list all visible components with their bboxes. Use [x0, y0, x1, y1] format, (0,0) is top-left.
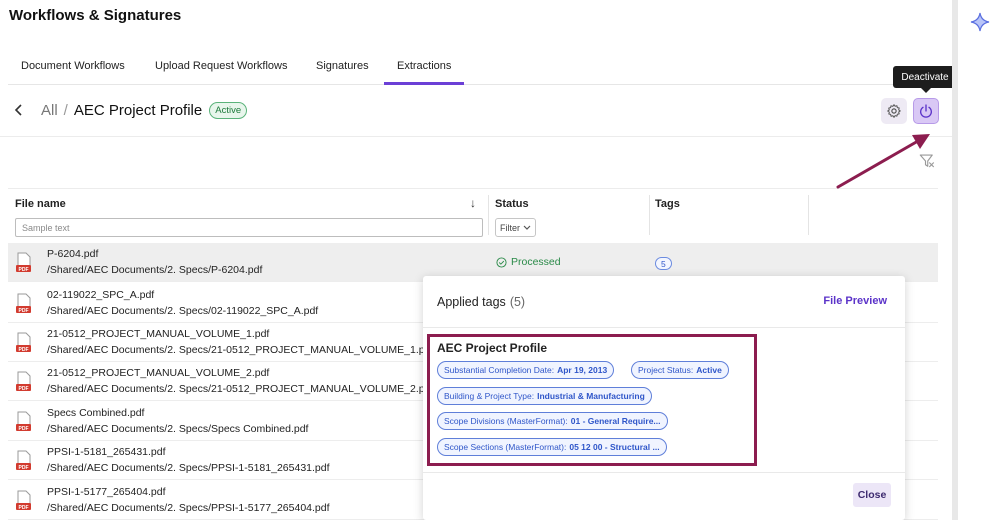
- status-filter-label: Filter: [500, 222, 520, 233]
- svg-text:PDF: PDF: [19, 267, 29, 273]
- pdf-file-icon: PDF: [16, 332, 31, 353]
- file-path: /Shared/AEC Documents/2. Specs/PPSI-1-51…: [47, 462, 330, 474]
- pdf-file-icon: PDF: [16, 293, 31, 314]
- settings-button[interactable]: [881, 98, 907, 124]
- tab-document-workflows[interactable]: Document Workflows: [8, 52, 138, 85]
- file-preview-link[interactable]: File Preview: [823, 295, 887, 307]
- annotation-arrow: [836, 134, 930, 189]
- column-tags[interactable]: Tags: [655, 198, 680, 210]
- tag-count-badge[interactable]: 5: [655, 257, 672, 270]
- breadcrumb-separator: /: [63, 101, 68, 119]
- column-divider: [649, 195, 650, 235]
- popover-divider: [423, 327, 905, 328]
- file-name-filter-input[interactable]: [15, 218, 483, 237]
- right-rail: [952, 0, 958, 520]
- tab-upload-request-workflows[interactable]: Upload Request Workflows: [142, 52, 300, 85]
- file-name[interactable]: 21-0512_PROJECT_MANUAL_VOLUME_1.pdf: [47, 328, 269, 340]
- tab-signatures[interactable]: Signatures: [303, 52, 382, 85]
- pdf-file-icon: PDF: [16, 252, 31, 273]
- pdf-file-icon: PDF: [16, 450, 31, 471]
- popover-footer-divider: [423, 472, 905, 473]
- pdf-file-icon: PDF: [16, 411, 31, 432]
- page-title: Workflows & Signatures: [9, 7, 182, 24]
- header-divider: [0, 136, 952, 137]
- power-icon: [920, 104, 932, 118]
- svg-text:PDF: PDF: [19, 347, 29, 353]
- file-name[interactable]: PPSI-1-5177_265404.pdf: [47, 486, 166, 498]
- tab-extractions[interactable]: Extractions: [384, 52, 465, 85]
- breadcrumb-current: AEC Project Profile: [73, 101, 203, 119]
- file-name[interactable]: 02-119022_SPC_A.pdf: [47, 289, 154, 301]
- pdf-file-icon: PDF: [16, 371, 31, 392]
- file-path: /Shared/AEC Documents/2. Specs/Specs Com…: [47, 423, 309, 435]
- file-name[interactable]: 21-0512_PROJECT_MANUAL_VOLUME_2.pdf: [47, 367, 269, 379]
- file-name[interactable]: PPSI-1-5181_265431.pdf: [47, 446, 166, 458]
- file-name[interactable]: Specs Combined.pdf: [47, 407, 144, 419]
- popover-title: Applied tags (5): [437, 295, 525, 309]
- tab-bar: Document Workflows Upload Request Workfl…: [8, 52, 948, 85]
- svg-text:PDF: PDF: [19, 426, 29, 432]
- breadcrumb: All / AEC Project Profile Active: [14, 100, 248, 120]
- sparkle-icon[interactable]: [970, 12, 990, 32]
- svg-text:PDF: PDF: [19, 386, 29, 392]
- check-circle-icon: [496, 256, 507, 268]
- svg-text:PDF: PDF: [19, 465, 29, 471]
- popover-count: (5): [509, 295, 526, 309]
- file-path: /Shared/AEC Documents/2. Specs/21-0512_P…: [47, 383, 434, 395]
- file-path: /Shared/AEC Documents/2. Specs/02-119022…: [47, 305, 319, 317]
- row-status: Processed: [496, 256, 561, 268]
- svg-text:PDF: PDF: [19, 505, 29, 511]
- pdf-file-icon: PDF: [16, 490, 31, 511]
- deactivate-button[interactable]: [913, 98, 939, 124]
- gear-icon: [887, 104, 901, 118]
- close-button[interactable]: Close: [853, 483, 891, 507]
- chevron-down-icon: [523, 225, 531, 230]
- table-header: File name ↓ Status Filter Tags: [8, 188, 938, 240]
- status-badge: Active: [209, 101, 248, 119]
- file-path: /Shared/AEC Documents/2. Specs/21-0512_P…: [47, 344, 434, 356]
- sort-down-icon[interactable]: ↓: [470, 196, 476, 210]
- popover-title-text: Applied tags: [437, 295, 506, 309]
- svg-text:PDF: PDF: [19, 308, 29, 314]
- breadcrumb-root-link[interactable]: All: [41, 102, 58, 119]
- annotation-highlight-box: [427, 334, 757, 466]
- column-divider: [488, 195, 489, 235]
- file-path: /Shared/AEC Documents/2. Specs/PPSI-1-51…: [47, 502, 330, 514]
- column-divider: [808, 195, 809, 235]
- chevron-left-icon[interactable]: [14, 100, 28, 120]
- deactivate-tooltip: Deactivate: [893, 66, 957, 93]
- status-filter-dropdown[interactable]: Filter: [495, 218, 536, 237]
- file-name[interactable]: P-6204.pdf: [47, 248, 98, 260]
- row-status-label: Processed: [511, 256, 561, 268]
- column-status[interactable]: Status: [495, 198, 529, 210]
- file-path: /Shared/AEC Documents/2. Specs/P-6204.pd…: [47, 264, 263, 276]
- column-file-name[interactable]: File name: [15, 198, 66, 210]
